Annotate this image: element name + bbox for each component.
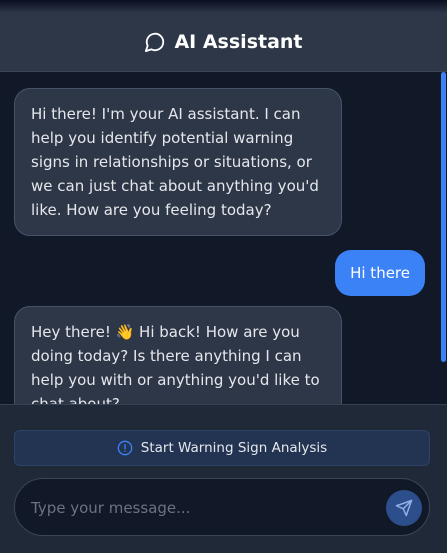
- start-analysis-label: Start Warning Sign Analysis: [140, 440, 328, 456]
- start-analysis-button[interactable]: Start Warning Sign Analysis: [14, 430, 430, 466]
- chat-footer: Start Warning Sign Analysis: [0, 404, 447, 553]
- message-input[interactable]: [31, 496, 371, 520]
- send-button[interactable]: [386, 490, 422, 526]
- chat-header: AI Assistant: [0, 12, 447, 72]
- alert-circle-icon: [117, 440, 133, 456]
- page-title: AI Assistant: [174, 30, 303, 53]
- user-message: Hi there: [335, 250, 425, 296]
- message-list[interactable]: Hi there! I'm your AI assistant. I can h…: [0, 72, 447, 405]
- window-top-edge: [0, 0, 447, 12]
- header-content: AI Assistant: [144, 30, 303, 53]
- message-list-scrollbar[interactable]: [441, 72, 446, 362]
- assistant-message: Hi there! I'm your AI assistant. I can h…: [14, 88, 342, 236]
- assistant-message: Hey there! 👋 Hi back! How are you doing …: [14, 306, 342, 405]
- message-input-container: [14, 478, 430, 536]
- chat-app: AI Assistant Hi there! I'm your AI assis…: [0, 0, 447, 553]
- chat-bubble-icon: [144, 31, 166, 53]
- send-icon: [395, 499, 413, 517]
